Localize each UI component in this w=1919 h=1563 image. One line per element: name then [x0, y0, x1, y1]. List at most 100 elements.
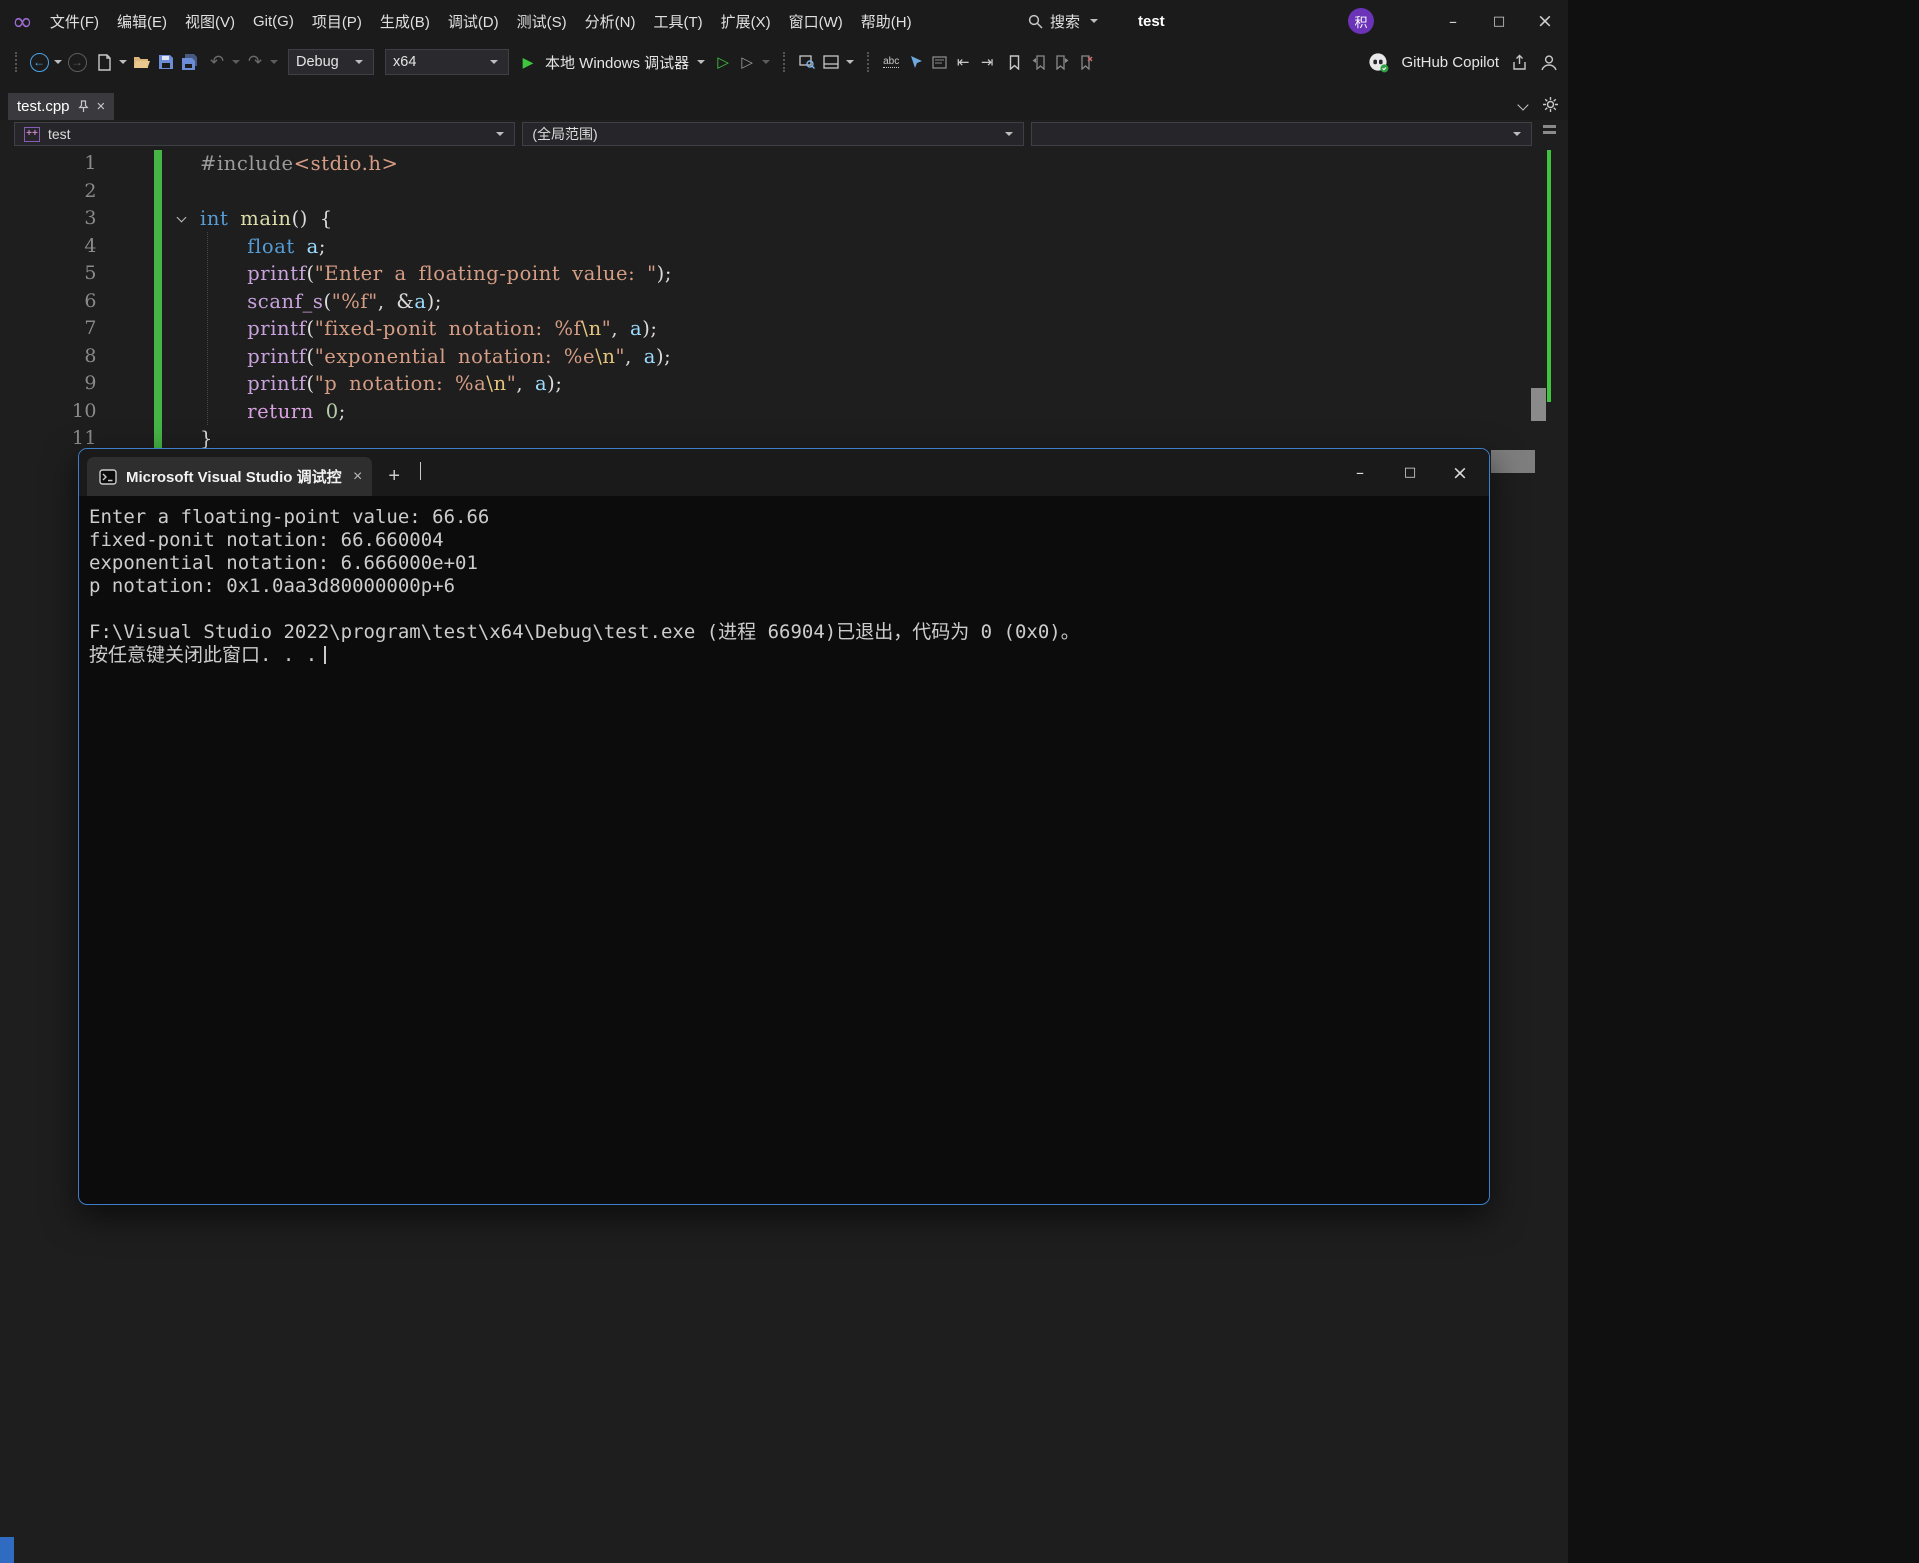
decrease-indent-button[interactable]: [951, 49, 975, 75]
redo-caret-icon[interactable]: [270, 60, 278, 64]
menu-item[interactable]: Git(G): [244, 0, 303, 42]
console-output[interactable]: Enter a floating-point value: 66.66 fixed…: [79, 496, 1489, 667]
menu-item[interactable]: 测试(S): [508, 0, 576, 42]
toolbar-grip[interactable]: [783, 52, 786, 72]
github-copilot-icon[interactable]: [1368, 52, 1389, 73]
navigate-forward-button[interactable]: [65, 49, 89, 75]
collapse-chevron-icon[interactable]: [176, 212, 186, 223]
account-badge[interactable]: 积: [1348, 8, 1374, 34]
attach-to-process-button[interactable]: [735, 49, 759, 75]
toggle-bookmark-button[interactable]: [1002, 49, 1026, 75]
start-without-debugging-button[interactable]: [711, 49, 735, 75]
share-icon[interactable]: [1511, 54, 1528, 71]
code-text[interactable]: printf("fixed-ponit notation: %f\n", a);: [200, 315, 658, 343]
type-scope-dropdown[interactable]: (全局范围): [522, 122, 1024, 146]
previous-bookmark-button[interactable]: [1026, 49, 1050, 75]
line-number: 8: [84, 344, 97, 367]
console-minimize-button[interactable]: [1335, 449, 1385, 496]
outline-margin[interactable]: [162, 398, 200, 426]
navigate-back-button[interactable]: [27, 49, 51, 75]
outline-margin[interactable]: [162, 178, 200, 206]
debug-target-caret-icon[interactable]: [697, 60, 706, 64]
toggle-whitespace-button[interactable]: [879, 49, 903, 75]
console-tab-close-icon[interactable]: [353, 468, 362, 486]
console-line: p notation: 0x1.0aa3d80000000p+6: [89, 575, 456, 597]
menu-item[interactable]: 项目(P): [303, 0, 371, 42]
attach-caret-icon[interactable]: [762, 60, 771, 64]
document-well-gear-icon[interactable]: [1543, 97, 1558, 112]
undo-button[interactable]: [205, 49, 229, 75]
find-in-files-button[interactable]: [795, 49, 819, 75]
undo-caret-icon[interactable]: [232, 60, 240, 64]
menu-item[interactable]: 工具(T): [644, 0, 711, 42]
navigate-back-caret-icon[interactable]: [54, 60, 62, 64]
maximize-button[interactable]: [1476, 0, 1522, 42]
code-text[interactable]: printf("exponential notation: %e\n", a);: [200, 343, 671, 371]
clear-bookmarks-button[interactable]: [1074, 49, 1098, 75]
document-list-chevron-icon[interactable]: [1517, 98, 1529, 111]
console-tab-dropdown-icon[interactable]: [420, 462, 422, 480]
start-debugging-button[interactable]: 本地 Windows 调试器: [516, 49, 708, 75]
editor-split-handle-icon[interactable]: [1543, 125, 1556, 135]
outline-margin[interactable]: [162, 370, 200, 398]
code-line: 10 return 0;: [0, 397, 1568, 426]
line-annotation-button[interactable]: [927, 49, 951, 75]
increase-indent-button[interactable]: [975, 49, 999, 75]
menu-item[interactable]: 扩展(X): [712, 0, 780, 42]
code-text[interactable]: return 0;: [200, 398, 346, 426]
outline-margin[interactable]: [162, 288, 200, 316]
solution-platform-dropdown[interactable]: x64: [385, 49, 509, 75]
intellisense-cursor-button[interactable]: [903, 49, 927, 75]
console-close-button[interactable]: [1435, 449, 1485, 496]
new-file-button[interactable]: [92, 49, 116, 75]
outline-margin[interactable]: [162, 315, 200, 343]
search-dropdown-caret-icon: [1090, 19, 1099, 23]
console-maximize-button[interactable]: [1385, 449, 1435, 496]
window-layout-caret-icon[interactable]: [846, 60, 855, 64]
menu-item[interactable]: 编辑(E): [108, 0, 176, 42]
document-tab-test-cpp[interactable]: test.cpp: [8, 93, 115, 120]
redo-button[interactable]: [243, 49, 267, 75]
menu-item[interactable]: 窗口(W): [780, 0, 852, 42]
github-copilot-label[interactable]: GitHub Copilot: [1401, 54, 1499, 71]
code-text[interactable]: scanf_s("%f", &a);: [200, 288, 442, 316]
code-text[interactable]: printf("p notation: %a\n", a);: [200, 370, 563, 398]
code-area[interactable]: 1 #include<stdio.h> 2 3 int main() {4 float …: [0, 148, 1568, 453]
outline-margin[interactable]: [162, 260, 200, 288]
outline-margin[interactable]: [162, 343, 200, 371]
menu-item[interactable]: 生成(B): [371, 0, 439, 42]
outline-margin[interactable]: [162, 233, 200, 261]
tab-close-icon[interactable]: [97, 98, 106, 115]
pin-icon[interactable]: [77, 100, 89, 113]
line-number: 1: [84, 152, 97, 174]
next-bookmark-button[interactable]: [1050, 49, 1074, 75]
new-file-caret-icon[interactable]: [119, 60, 127, 64]
window-layout-button[interactable]: [819, 49, 843, 75]
code-text[interactable]: int main() {: [200, 205, 333, 233]
console-tab[interactable]: Microsoft Visual Studio 调试控制台: [87, 457, 373, 496]
search-box[interactable]: 搜索: [1028, 0, 1101, 42]
menu-item[interactable]: 帮助(H): [852, 0, 921, 42]
menu-item[interactable]: 分析(N): [576, 0, 645, 42]
account-options-icon[interactable]: [1540, 54, 1558, 71]
open-file-button[interactable]: [130, 49, 154, 75]
code-text[interactable]: float a;: [200, 233, 326, 261]
menu-item[interactable]: 调试(D): [439, 0, 508, 42]
minimize-button[interactable]: [1430, 0, 1476, 42]
new-console-tab-icon[interactable]: [388, 466, 400, 486]
menu-item[interactable]: 视图(V): [176, 0, 244, 42]
code-text[interactable]: #include<stdio.h>: [200, 150, 398, 178]
outline-margin[interactable]: [162, 205, 200, 233]
save-all-button[interactable]: [178, 49, 202, 75]
member-scope-dropdown[interactable]: [1030, 122, 1532, 146]
outline-margin[interactable]: [162, 150, 200, 178]
save-button[interactable]: [154, 49, 178, 75]
close-button[interactable]: [1522, 0, 1568, 42]
solution-configuration-dropdown[interactable]: Debug: [288, 49, 374, 75]
menu-item[interactable]: 文件(F): [41, 0, 108, 42]
toolbar-grip[interactable]: [867, 52, 870, 72]
toolbar-grip[interactable]: [15, 52, 17, 72]
project-scope-dropdown[interactable]: test: [14, 122, 516, 146]
code-text[interactable]: printf("Enter a floating-point value: ")…: [200, 260, 672, 288]
console-tab-bar: Microsoft Visual Studio 调试控制台: [79, 449, 1489, 496]
